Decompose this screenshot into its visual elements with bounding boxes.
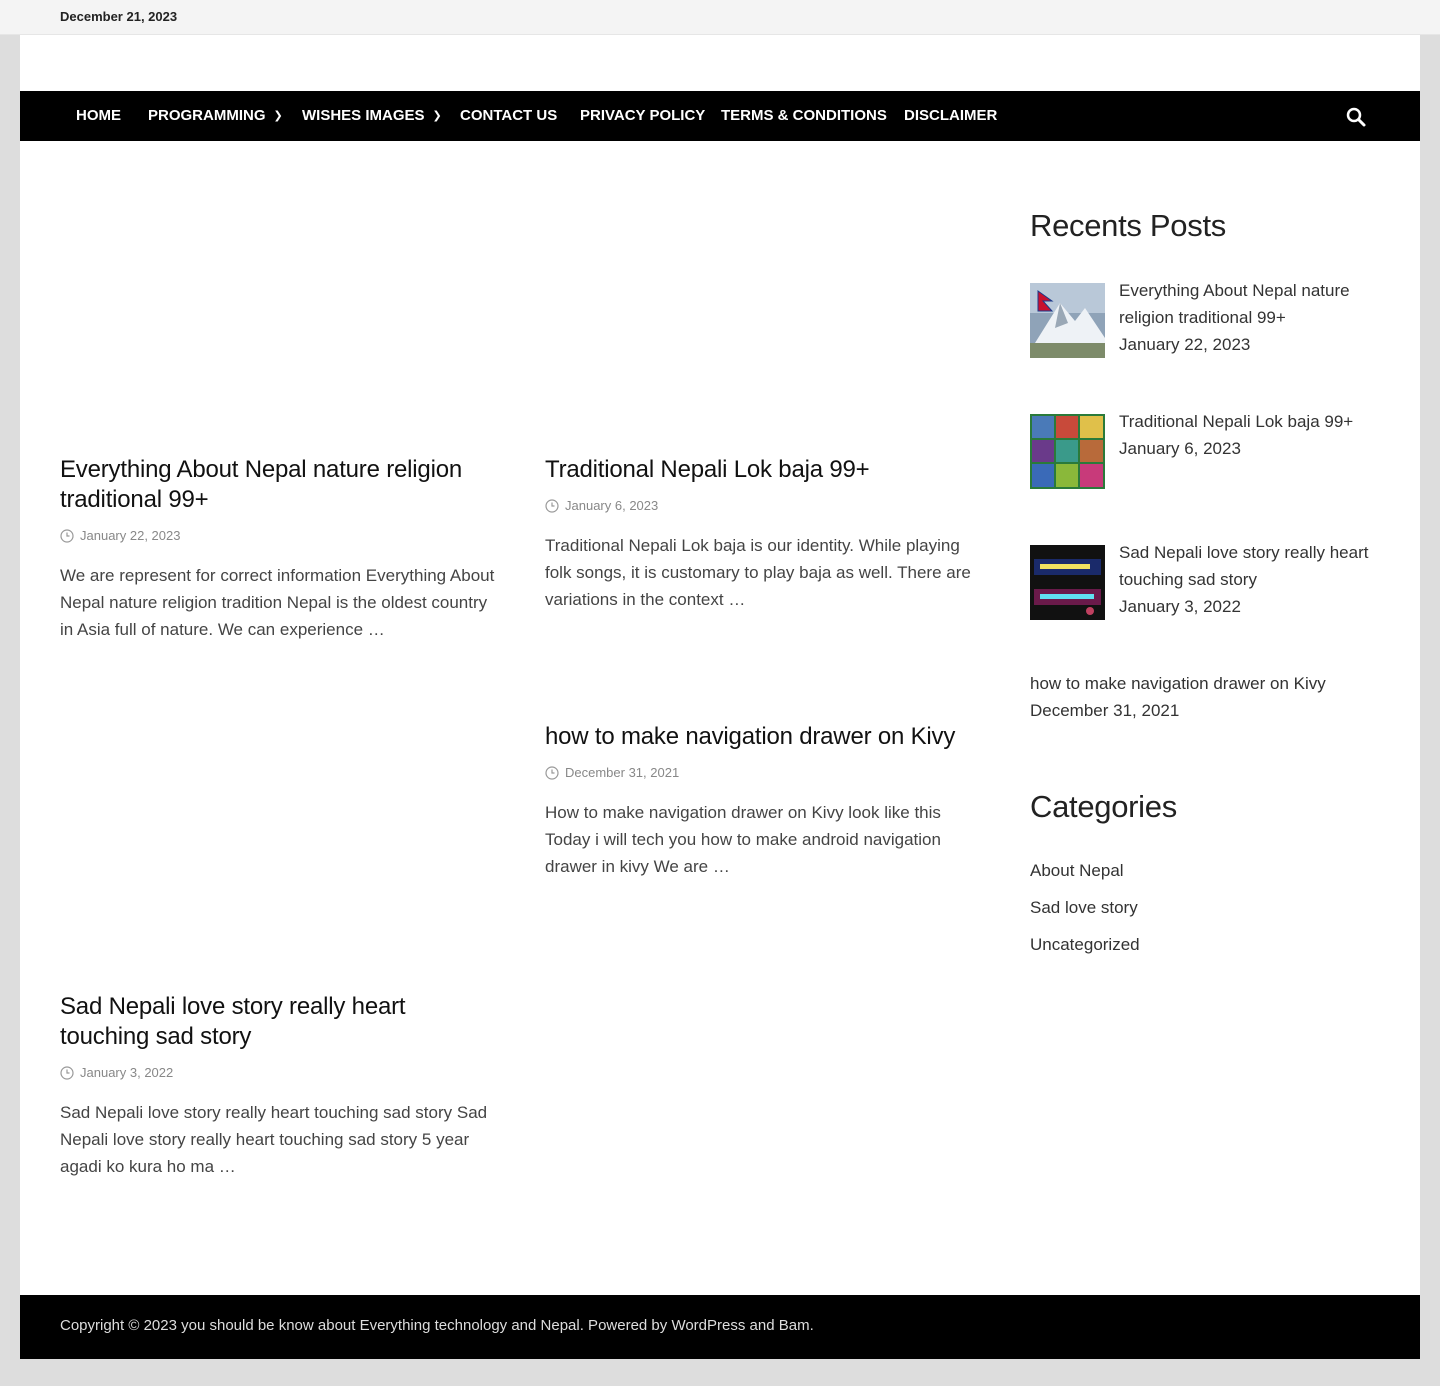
current-date: December 21, 2023 (60, 9, 178, 24)
recent-post-title[interactable]: Traditional Nepali Lok baja 99+ (1119, 408, 1379, 435)
post-title[interactable]: how to make navigation drawer on Kivy (545, 722, 985, 752)
copyright-and: and (745, 1317, 779, 1334)
recent-post-date: January 22, 2023 (1119, 335, 1251, 354)
clock-icon (60, 529, 74, 543)
clock-icon (545, 766, 559, 780)
post-date-link[interactable]: December 31, 2021 (565, 763, 679, 783)
post-excerpt: Sad Nepali love story really heart touch… (60, 1103, 488, 1176)
nav-item-home[interactable]: Home (76, 91, 121, 141)
post-date: January 3, 2022 (60, 1063, 360, 1083)
category-link[interactable]: Sad love story (1030, 898, 1138, 918)
recent-post-item: how to make navigation drawer on Kivy De… (1030, 670, 1380, 724)
category-link[interactable]: Uncategorized (1030, 935, 1140, 955)
copyright-prefix: Copyright © 2023 you should be know abou… (60, 1317, 672, 1334)
recent-post-item: Traditional Nepali Lok baja 99+ January … (1119, 408, 1379, 462)
recent-post-title[interactable]: Sad Nepali love story really heart touch… (1119, 539, 1379, 593)
post-title[interactable]: Traditional Nepali Lok baja 99+ (545, 455, 985, 485)
nav-item-privacy-policy[interactable]: Privacy Policy (580, 91, 705, 141)
nav-item-terms-conditions[interactable]: Terms & Conditions (721, 91, 887, 141)
post-title[interactable]: Sad Nepali love story really heart touch… (60, 992, 500, 1052)
post-title[interactable]: Everything About Nepal nature religion t… (60, 455, 500, 515)
clock-icon (545, 499, 559, 513)
post-date-link[interactable]: January 22, 2023 (80, 526, 180, 546)
nav-item-label: Contact Us (460, 107, 558, 124)
recent-post-date: December 31, 2021 (1030, 701, 1180, 720)
clock-icon (60, 1066, 74, 1080)
post-excerpt: Traditional Nepali Lok baja is our ident… (545, 536, 971, 609)
chevron-down-icon: ❯ (273, 110, 283, 122)
nav-item-wishes-images[interactable]: Wishes Images ❯ (302, 91, 442, 141)
recent-posts-title: Recents Posts (1030, 208, 1226, 243)
recent-post-thumbnail[interactable] (1030, 283, 1105, 358)
categories-title: Categories (1030, 789, 1177, 824)
recent-post-item: Everything About Nepal nature religion t… (1119, 277, 1379, 358)
bam-link[interactable]: Bam (779, 1317, 810, 1334)
site-footer: Copyright © 2023 you should be know abou… (20, 1295, 1420, 1359)
recent-post-thumbnail[interactable] (1030, 545, 1105, 620)
post-excerpt: How to make navigation drawer on Kivy lo… (545, 803, 941, 876)
recent-post-date: January 3, 2022 (1119, 597, 1241, 616)
post-date-link[interactable]: January 3, 2022 (80, 1063, 173, 1083)
post-date-link[interactable]: January 6, 2023 (565, 496, 658, 516)
post-date: January 6, 2023 (545, 496, 845, 516)
main-navigation: Home Programming ❯ Wishes Images ❯ Contact… (20, 91, 1420, 141)
instruments-grid-image (1030, 414, 1105, 489)
search-button[interactable] (1345, 106, 1367, 128)
recent-post-thumbnail[interactable] (1030, 414, 1105, 489)
copyright-text: Copyright © 2023 you should be know abou… (60, 1317, 814, 1334)
love-story-image (1030, 545, 1105, 620)
wordpress-link[interactable]: WordPress (671, 1317, 745, 1334)
category-link[interactable]: About Nepal (1030, 861, 1124, 881)
nav-item-label: Wishes Images (302, 107, 425, 124)
nav-item-label: Home (76, 107, 121, 124)
post-date: January 22, 2023 (60, 526, 360, 546)
recent-post-date: January 6, 2023 (1119, 439, 1241, 458)
recent-post-item: Sad Nepali love story really heart touch… (1119, 539, 1379, 620)
copyright-suffix: . (809, 1317, 814, 1334)
search-icon (1346, 107, 1366, 127)
nav-item-label: Terms & Conditions (721, 107, 887, 124)
nav-item-label: Disclaimer (904, 107, 998, 124)
nav-item-disclaimer[interactable]: Disclaimer (904, 91, 997, 141)
top-bar: December 21, 2023 (0, 0, 1440, 35)
recent-post-title[interactable]: Everything About Nepal nature religion t… (1119, 277, 1379, 331)
nav-item-label: Privacy Policy (580, 107, 706, 124)
chevron-down-icon: ❯ (432, 110, 442, 122)
recent-post-title[interactable]: how to make navigation drawer on Kivy (1030, 670, 1380, 697)
nav-item-label: Programming (148, 107, 266, 124)
nav-item-programming[interactable]: Programming ❯ (148, 91, 283, 141)
nav-item-contact-us[interactable]: Contact Us (460, 91, 557, 141)
nepal-mountain-image (1030, 283, 1105, 358)
post-excerpt: We are represent for correct information… (60, 566, 495, 639)
post-date: December 31, 2021 (545, 763, 845, 783)
